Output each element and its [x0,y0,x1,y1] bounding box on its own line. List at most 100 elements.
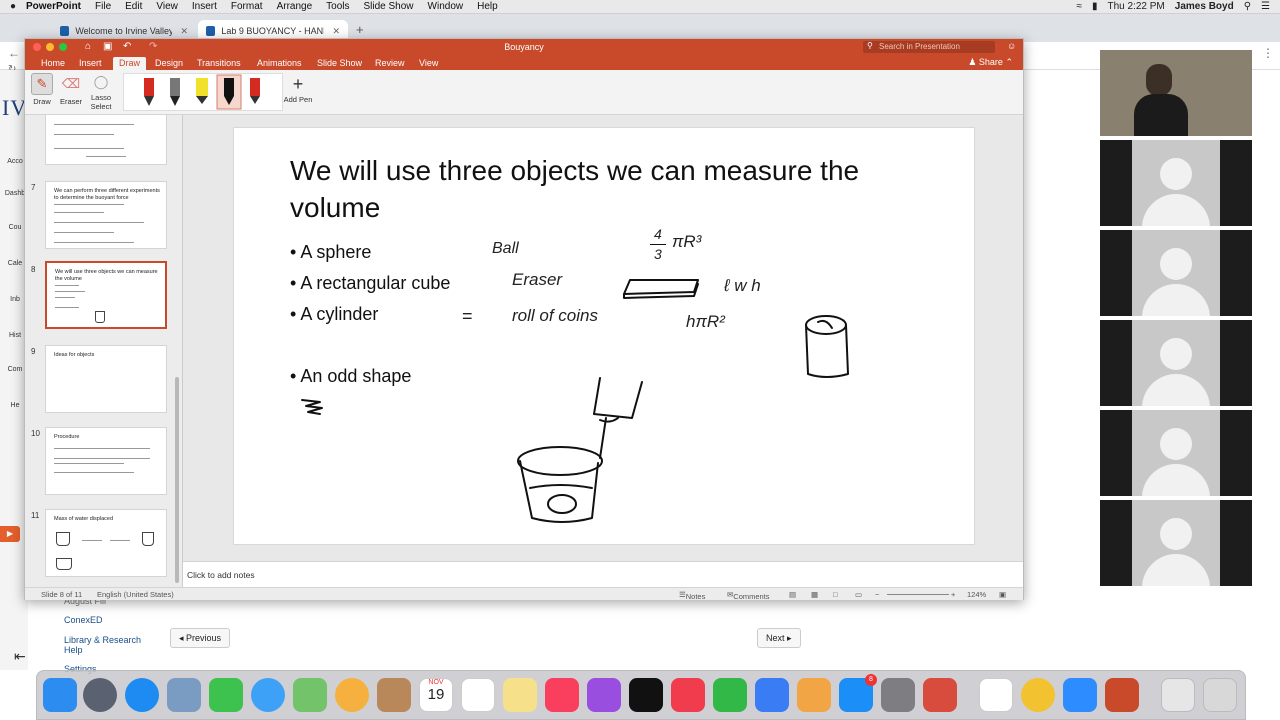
close-tab-icon[interactable]: ✕ [332,26,340,37]
notes-icon[interactable] [503,678,537,712]
contacts-icon[interactable] [377,678,411,712]
app-store-icon[interactable]: 8 [839,674,877,712]
music-icon[interactable] [545,678,579,712]
video-tile-participant[interactable] [1100,410,1252,496]
tab-slideshow[interactable]: Slide Show [311,57,368,70]
slide-thumbnail-10[interactable]: Procedure [45,427,167,495]
add-pen-button[interactable]: + Add Pen [283,73,313,104]
tv-icon[interactable] [629,678,663,712]
tab-transitions[interactable]: Transitions [191,57,247,70]
slide-thumbnail-11[interactable]: Mass of water displaced [45,509,167,577]
highlighter-yellow[interactable] [196,78,208,104]
language-status[interactable]: English (United States) [97,590,174,599]
tab-design[interactable]: Design [149,57,189,70]
back-arrow-icon[interactable]: ← [8,46,20,60]
wifi-icon[interactable]: ≈ [1077,1,1083,12]
close-tab-icon[interactable]: ✕ [180,26,188,37]
video-tile-participant[interactable] [1100,320,1252,406]
zoom-in-icon[interactable]: + [951,590,955,599]
spotlight-icon[interactable]: ⚲ [1244,1,1251,12]
apple-icon[interactable]: ● [0,1,26,12]
play-icon[interactable]: ▶ [0,526,20,542]
reading-view-icon[interactable]: □ [833,590,838,599]
calendar-icon[interactable]: NOV 19 [419,678,453,712]
chrome-icon[interactable] [1021,678,1055,712]
slide-title[interactable]: We will use three objects we can measure… [290,152,950,226]
ink-frac-den[interactable]: 3 [654,246,662,262]
menu-app[interactable]: PowerPoint [26,1,81,12]
slide-thumbnail-6[interactable] [45,115,167,165]
ink-pir3[interactable]: πR³ [672,232,701,252]
menu-format[interactable]: Format [231,1,263,12]
messages-icon[interactable] [251,678,285,712]
search-input[interactable]: Search in Presentation [863,41,995,53]
menubar-user[interactable]: James Boyd [1175,1,1234,12]
news-icon[interactable] [671,678,705,712]
downloads-stack-icon[interactable] [1161,678,1195,712]
thumbnail-scrollbar[interactable] [175,377,179,583]
menu-help[interactable]: Help [477,1,498,12]
zoom-icon[interactable] [1063,678,1097,712]
pages-icon[interactable] [797,678,831,712]
draw-tool[interactable]: ✎ Draw [29,73,55,106]
video-tile-participant[interactable] [1100,230,1252,316]
keynote-icon[interactable] [755,678,789,712]
bullet-rectangular-cube[interactable]: A rectangular cube [290,273,450,294]
slideshow-view-icon[interactable]: ▭ [855,590,862,599]
bullet-cylinder[interactable]: A cylinder [290,304,378,325]
powerpoint-icon[interactable] [1105,678,1139,712]
system-preferences-icon[interactable] [881,678,915,712]
menu-tools[interactable]: Tools [326,1,349,12]
ink-ball[interactable]: Ball [492,240,519,258]
menu-edit[interactable]: Edit [125,1,142,12]
zoom-out-icon[interactable]: − [875,590,879,599]
course-nav-conexed[interactable]: ConexED [64,615,103,625]
podcasts-icon[interactable] [587,678,621,712]
tab-animations[interactable]: Animations [251,57,308,70]
zoom-level[interactable]: 124% [967,590,986,599]
menu-arrange[interactable]: Arrange [277,1,313,12]
ink-equals[interactable]: = [462,306,473,327]
numbers-icon[interactable] [713,678,747,712]
webex-icon[interactable] [979,678,1013,712]
tab-review[interactable]: Review [369,57,411,70]
notes-toggle[interactable]: ☰ Notes [679,590,705,601]
share-button[interactable]: ♟ Share ⌃ [968,57,1013,68]
comments-toggle[interactable]: ✉ Comments [727,590,770,601]
eraser-tool[interactable]: ⌫ Eraser [57,73,85,106]
utility-app-icon[interactable] [923,678,957,712]
ink-eraser[interactable]: Eraser [512,270,562,290]
normal-view-icon[interactable]: ▤ [789,590,796,599]
preview-icon[interactable] [167,678,201,712]
reminders-icon[interactable] [461,678,495,712]
next-button[interactable]: Next ▸ [757,628,801,648]
notification-icon[interactable]: ☰ [1261,1,1270,12]
battery-icon[interactable]: ▮ [1092,1,1098,12]
slide-thumbnail-9[interactable]: Ideas for objects [45,345,167,413]
video-tile-presenter[interactable] [1100,50,1252,136]
video-tile-participant[interactable] [1100,500,1252,586]
menu-insert[interactable]: Insert [192,1,217,12]
photos-icon[interactable] [335,678,369,712]
ink-frac-num[interactable]: 4 [654,226,662,242]
slide-thumbnail-8[interactable]: We will use three objects we can measure… [45,261,167,329]
slide-sorter-icon[interactable]: ▦ [811,590,818,599]
menubar-clock[interactable]: Thu 2:22 PM [1108,1,1165,12]
tab-insert[interactable]: Insert [73,57,108,70]
launchpad-icon[interactable] [83,678,117,712]
facetime-icon[interactable] [209,678,243,712]
menu-slideshow[interactable]: Slide Show [364,1,414,12]
new-tab-button[interactable]: + [356,22,364,37]
pen-red-2[interactable] [250,78,260,104]
video-tile-participant[interactable] [1100,140,1252,226]
ink-roll-of-coins[interactable]: roll of coins [512,306,598,326]
menu-view[interactable]: View [156,1,178,12]
zoom-slider[interactable] [887,594,949,595]
fit-slide-icon[interactable]: ▣ [999,590,1006,599]
tab-home[interactable]: Home [35,57,71,70]
maps-icon[interactable] [293,678,327,712]
lasso-select-tool[interactable]: ◯ Lasso Select [87,73,115,111]
ink-hpir2[interactable]: hπR² [686,312,725,332]
slide-canvas[interactable]: We will use three objects we can measure… [233,127,975,545]
pen-red[interactable] [144,78,154,106]
